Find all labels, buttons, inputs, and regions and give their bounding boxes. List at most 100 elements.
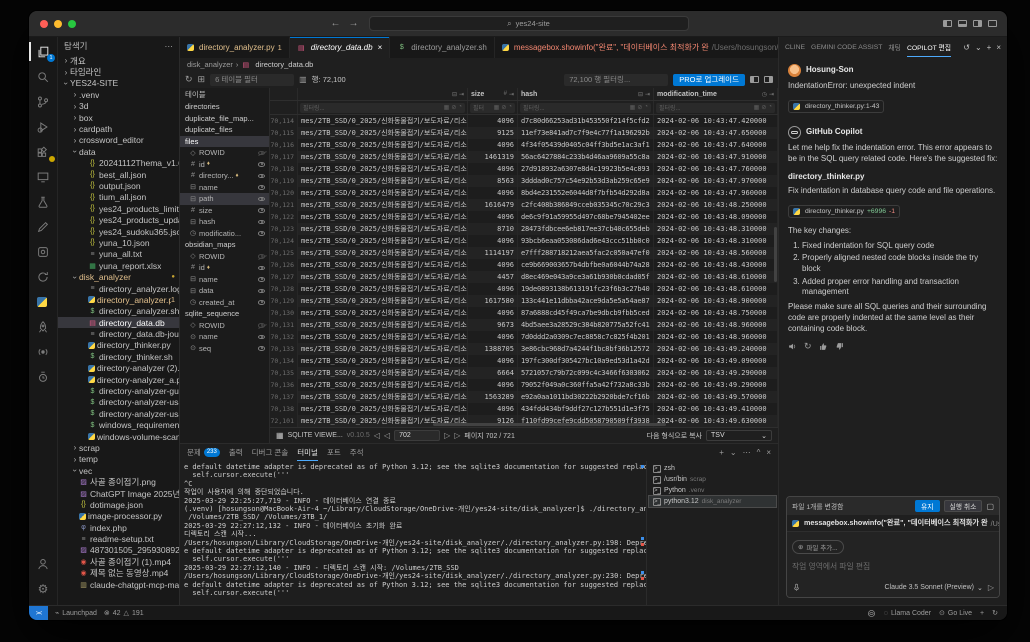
refresh-icon[interactable]: ↻ [185,74,193,85]
history-icon[interactable]: ↺ [963,43,970,52]
open-file-icon[interactable]: ▢ [986,502,994,511]
next-page-icon[interactable]: ▷ [444,431,450,440]
thumbs-up-icon[interactable] [819,342,828,351]
horizontal-scrollbar[interactable] [433,423,667,426]
row-number[interactable]: 70,136 [270,379,298,391]
pin-column-icon[interactable]: ⇥ [509,91,514,98]
tree-item[interactable]: $directory-analyzer-usage.sh [58,408,179,419]
tree-item[interactable]: ›.venv [58,89,179,100]
column-item-data[interactable]: ⊟data [180,285,269,297]
row-number[interactable]: 70,129 [270,295,298,307]
upgrade-pro-button[interactable]: PRO로 업그레이드 [673,74,745,86]
eye-icon[interactable] [258,231,265,236]
cell-modification-time[interactable]: 2024-02-06 10:43:48.560000 [654,247,778,259]
table-row[interactable]: 70,134mes/2TB_SSD/0_2025/신화동물접기/보도자료/리소.… [270,355,778,367]
chevron-down-icon[interactable]: ⌄ [730,448,737,457]
cell-modification-time[interactable]: 2024-02-06 10:43:49.090000 [654,355,778,367]
tree-item[interactable]: $directory-analyzer-usage-d3... [58,397,179,408]
table-row[interactable]: 70,137mes/2TB_SSD/0_2025/신화동물접기/보도자료/리소.… [270,391,778,403]
nav-back-icon[interactable]: ← [331,18,341,29]
filter-mode-icon[interactable]: ▦ [754,104,760,111]
cell-hash[interactable]: 3dddad0c757c54e92b53d3ab259c65e9 [518,175,654,187]
tree-item[interactable]: {}20241112Thema_v1.6_ko.json [58,158,179,169]
cell-hash[interactable]: 93bcb6eaa053086dad6e43ccc51bb0c0 [518,235,654,247]
tree-item[interactable]: ›3d [58,101,179,112]
new-terminal-icon[interactable]: + [719,448,724,457]
row-number[interactable]: 70,117 [270,151,298,163]
first-page-icon[interactable]: ◁ [374,431,380,440]
cell-size[interactable]: 1563289 [468,391,518,403]
eye-icon[interactable] [258,162,265,167]
tree-item[interactable]: windows-volume-scanner.py [58,431,179,442]
cell-size[interactable]: 1114197 [468,247,518,259]
close-icon[interactable]: × [996,43,1001,52]
cell-modification-time[interactable]: 2024-02-06 10:43:48.900000 [654,295,778,307]
cell-hash[interactable]: 11ef73e841ad7c7f9e4c77f1a196292b [518,127,654,139]
cell-hash[interactable]: c2fc408b386849cceb035345c70c29c3 [518,199,654,211]
cell-size[interactable]: 4096 [468,139,518,151]
column-item-id[interactable]: #id♦ [180,159,269,171]
pin-column-icon[interactable]: ⇥ [645,91,650,98]
cell-modification-time[interactable]: 2024-02-06 10:43:48.610000 [654,271,778,283]
pin-column-icon[interactable]: ⇥ [769,91,774,98]
cell-hash[interactable]: 434fdd434bf9ddf27c127b551d1e3f75 [518,403,654,415]
more-actions-icon[interactable]: ⋯ [743,448,751,457]
row-number[interactable]: +72,101 [270,415,298,427]
panel-tab-터미널[interactable]: 터미널 [297,444,318,461]
cell-modification-time[interactable]: 2024-02-06 10:43:47.760000 [654,163,778,175]
cell-size[interactable]: 4096 [468,283,518,295]
table-item-obsidian_maps[interactable]: obsidian_maps [180,239,269,251]
cell-path[interactable]: mes/2TB_SSD/0_2025/신화동물접기/보도자료/리소... [298,127,468,139]
filter-null-icon[interactable]: ◔ [644,104,648,111]
tree-item[interactable]: ›cardpath [58,123,179,134]
tree-item[interactable]: $directory_analyzer.sh [58,306,179,317]
tree-item[interactable]: directory_analyzer.py1 [58,294,179,305]
table-item-files[interactable]: files [180,136,269,148]
table-row[interactable]: 70,120mes/2TB_SSD/0_2025/신화동물접기/보도자료/리소.… [270,187,778,199]
cell-path[interactable]: mes/2TB_SSD/0_2025/신화동물접기/보도자료/리소... [298,391,468,403]
layout-icon-b[interactable] [764,76,773,83]
table-row[interactable]: 70,117mes/2TB_SSD/0_2025/신화동물접기/보도자료/리소.… [270,151,778,163]
column-item-hash[interactable]: ⊟hash [180,216,269,228]
cell-hash[interactable]: 8bd4e231552e6044d8f7bfb54d292d8a [518,187,654,199]
cell-path[interactable]: mes/2TB_SSD/0_2025/신화동물접기/보도자료/리소... [298,283,468,295]
cell-modification-time[interactable]: 2024-02-06 10:43:49.290000 [654,367,778,379]
cell-modification-time[interactable]: 2024-02-06 10:43:48.430000 [654,259,778,271]
cell-size[interactable]: 6664 [468,367,518,379]
cell-modification-time[interactable]: 2024-02-06 10:43:48.310000 [654,235,778,247]
regenerate-icon[interactable]: ↻ [804,342,812,351]
cell-path[interactable]: mes/2TB_SSD/0_2025/신화동물접기/보도자료/리소... [298,115,468,127]
tree-item[interactable]: $windows_requirements.sh [58,420,179,431]
table-row[interactable]: 70,124mes/2TB_SSD/0_2025/신화동물접기/보도자료/리소.… [270,235,778,247]
cell-hash[interactable]: 133c441e11dbba42ace9da5e5a54ae87 [518,295,654,307]
filter-not-icon[interactable]: ⊘ [501,104,506,111]
filter-input[interactable]: 필터▦⊘◔ [470,103,515,113]
tree-item[interactable]: ≡directory_analyzer.log [58,283,179,294]
eye-icon[interactable] [258,208,265,213]
column-item-directory...[interactable]: #directory...♦ [180,170,269,182]
row-number[interactable]: 70,124 [270,235,298,247]
copilot-tab-CLINE[interactable]: CLINE [785,37,805,57]
cell-modification-time[interactable]: 2024-02-06 10:43:47.970000 [654,175,778,187]
table-row[interactable]: 70,133mes/2TB_SSD/0_2025/신화동물접기/보도자료/리소.… [270,343,778,355]
mic-icon[interactable] [792,583,801,592]
cell-path[interactable]: mes/2TB_SSD/0_2025/신화동물접기/보도자료/리소... [298,223,468,235]
close-window-button[interactable] [40,20,48,28]
column-item-modificatio...[interactable]: ◷modificatio... [180,228,269,240]
cell-path[interactable]: mes/2TB_SSD/0_2025/신화동물접기/보도자료/리소... [298,319,468,331]
row-number[interactable]: 70,138 [270,403,298,415]
settings-activity-button[interactable]: ⚙ [29,576,57,601]
tree-item[interactable]: ≡yuna_all.txt [58,249,179,260]
row-number[interactable]: 70,134 [270,355,298,367]
column-item-name[interactable]: ⊙name [180,331,269,343]
cell-size[interactable]: 4096 [468,331,518,343]
cell-path[interactable]: mes/2TB_SSD/0_2025/신화동물접기/보도자료/리소... [298,355,468,367]
filter-input[interactable]: 필터링...▦⊘◔ [300,103,465,113]
changed-file-row[interactable]: messagebox.showinfo("완료", "데이터베이스 최적화가 완… [787,515,999,532]
filter-not-icon[interactable]: ⊘ [761,104,766,111]
read-aloud-icon[interactable] [788,342,797,351]
cell-modification-time[interactable]: 2024-02-06 10:43:49.290000 [654,379,778,391]
cell-size[interactable]: 4096 [468,403,518,415]
terminal-instance-zsh[interactable]: >_zsh [649,463,776,474]
cell-modification-time[interactable]: 2024-02-06 10:43:49.240000 [654,343,778,355]
